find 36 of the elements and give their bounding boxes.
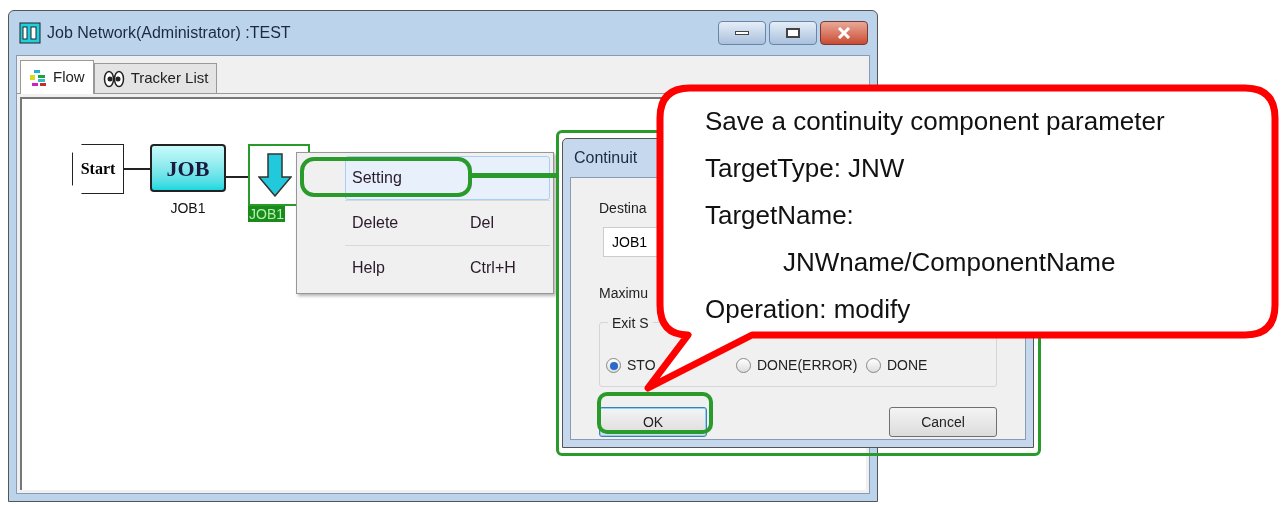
radio-button[interactable]: [606, 358, 621, 373]
callout-text: Operation: modify: [705, 293, 912, 326]
maximum-label: Maximu: [599, 284, 648, 303]
tab[interactable]: Flow: [20, 60, 94, 94]
menu-item[interactable]: Help Ctrl+H: [345, 246, 550, 290]
destination-label: Destina: [599, 199, 647, 218]
app-icon: [19, 22, 41, 44]
start-node[interactable]: Start: [72, 144, 124, 194]
minimize-button[interactable]: [718, 21, 766, 45]
cancel-button[interactable]: Cancel: [889, 407, 997, 437]
eyes-icon: [102, 69, 125, 88]
callout-text: TargetName:: [705, 199, 855, 232]
window-title: Job Network(Administrator) :TEST: [47, 23, 291, 43]
job-node[interactable]: JOB: [150, 144, 226, 192]
node-caption: JOB1: [248, 206, 285, 222]
callout-text: Save a continuity component parameter: [705, 105, 1165, 138]
connector-line: [124, 168, 150, 170]
radio-label: DONE(ERROR): [757, 356, 858, 375]
maximize-button[interactable]: [769, 21, 817, 45]
radio-button[interactable]: [736, 358, 751, 373]
down-arrow-icon: [258, 153, 292, 197]
minimize-icon: [735, 31, 749, 35]
radio-button[interactable]: [866, 358, 881, 373]
radio-label: DONE: [887, 356, 928, 375]
flow-icon: [29, 68, 47, 87]
menu-item[interactable]: Delete Del: [345, 201, 550, 245]
node-caption: JOB1: [169, 200, 207, 216]
callout-text: TargetType: JNW: [705, 152, 906, 185]
radio-label: STO: [627, 356, 656, 375]
close-icon: [837, 27, 851, 39]
dialog-title: Continuit: [574, 148, 638, 168]
callout-text: JNWname/ComponentName: [782, 246, 1117, 279]
connector-line: [226, 176, 248, 178]
tab[interactable]: Tracker List: [93, 63, 218, 93]
close-button[interactable]: [820, 21, 868, 45]
maximize-icon: [786, 28, 800, 38]
